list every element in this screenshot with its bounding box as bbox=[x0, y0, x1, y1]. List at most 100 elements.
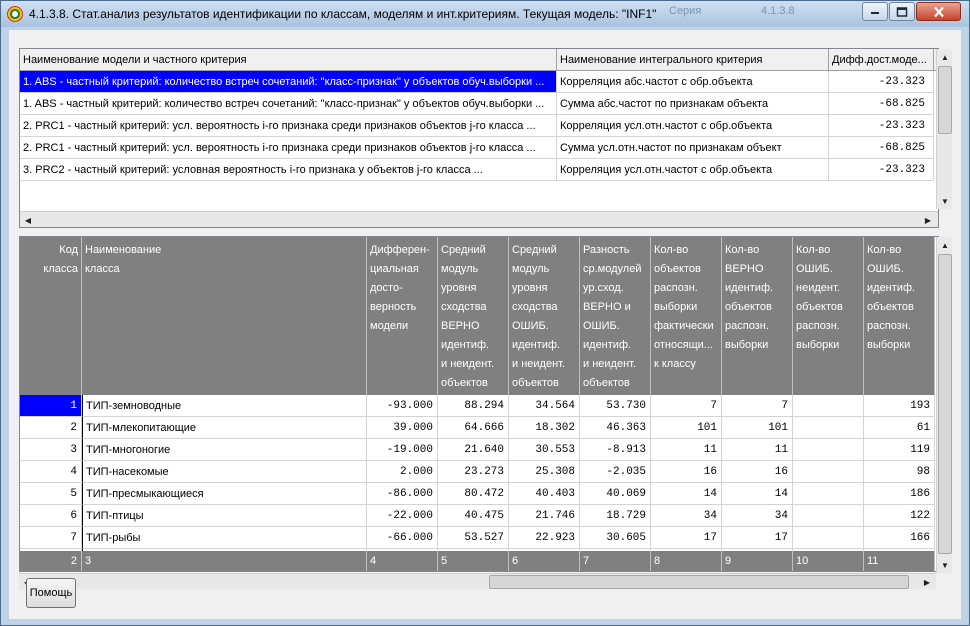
criterion-cell: Сумма усл.отн.частот по признакам объект bbox=[557, 137, 829, 159]
help-button[interactable]: Помощь bbox=[26, 578, 76, 608]
maximize-icon bbox=[896, 6, 908, 17]
model-cell: 3. PRC2 - частный критерий: условная вер… bbox=[20, 159, 557, 181]
column-header-diff[interactable]: Дифферен- циальная досто- верность модел… bbox=[367, 237, 438, 395]
column-header-delta[interactable]: Разность ср.модулей ур.сход. ВЕРНО и ОШИ… bbox=[580, 237, 651, 395]
avg-err-cell: 21.746 bbox=[509, 505, 580, 527]
column-header-name[interactable]: Наименование класса bbox=[82, 237, 367, 395]
footer-cell: 3 bbox=[82, 551, 367, 571]
actual-cell: 7 bbox=[651, 395, 722, 417]
column-header-err-nonid[interactable]: Кол-во ОШИБ. неидент. объектов распозн. … bbox=[793, 237, 864, 395]
true-id-cell: 101 bbox=[722, 417, 793, 439]
footer-cell: 8 bbox=[651, 551, 722, 571]
err-id-cell: 61 bbox=[864, 417, 935, 439]
delta-cell: 53.730 bbox=[580, 395, 651, 417]
column-header-code[interactable]: Код класса bbox=[20, 237, 82, 395]
avg-err-cell: 18.302 bbox=[509, 417, 580, 439]
err-nonid-cell bbox=[793, 527, 864, 549]
actual-cell: 34 bbox=[651, 505, 722, 527]
actual-cell: 14 bbox=[651, 483, 722, 505]
column-header-diff[interactable]: Дифф.дост.моде... bbox=[829, 49, 934, 71]
diff-cell: 39.000 bbox=[367, 417, 438, 439]
close-button[interactable] bbox=[916, 2, 961, 21]
avg-true-cell: 64.666 bbox=[438, 417, 509, 439]
models-vscrollbar[interactable]: ▲ ▼ bbox=[936, 49, 952, 209]
column-header-model[interactable]: Наименование модели и частного критерия bbox=[20, 49, 557, 71]
classes-hscrollbar[interactable]: ◀ ▶ bbox=[19, 573, 936, 589]
err-nonid-cell bbox=[793, 439, 864, 461]
actual-cell: 11 bbox=[651, 439, 722, 461]
name-cell: ТИП-насекомые bbox=[82, 461, 367, 483]
diff-cell: -86.000 bbox=[367, 483, 438, 505]
scroll-right-icon[interactable]: ▶ bbox=[919, 574, 935, 590]
avg-err-cell: 30.553 bbox=[509, 439, 580, 461]
column-header-avg-err[interactable]: Средний модуль уровня сходства ОШИБ. иде… bbox=[509, 237, 580, 395]
classes-grid[interactable]: Код класса Наименование класса Дифферен-… bbox=[19, 236, 939, 572]
scroll-left-icon[interactable]: ◀ bbox=[20, 212, 36, 227]
delta-cell: 46.363 bbox=[580, 417, 651, 439]
delta-cell: 40.069 bbox=[580, 483, 651, 505]
scroll-down-icon[interactable]: ▼ bbox=[937, 193, 953, 209]
avg-err-cell: 40.403 bbox=[509, 483, 580, 505]
classes-row[interactable]: 5 ТИП-пресмыкающиеся -86.000 80.472 40.403 40… bbox=[20, 483, 935, 505]
models-hscrollbar[interactable]: ◀ ▶ bbox=[20, 211, 938, 227]
column-header-true-id[interactable]: Кол-во ВЕРНО идентиф. объектов распозн. … bbox=[722, 237, 793, 395]
code-cell: 7 bbox=[20, 527, 82, 549]
minimize-icon bbox=[871, 11, 879, 14]
column-header-criterion[interactable]: Наименование интегрального критерия bbox=[557, 49, 829, 71]
err-nonid-cell bbox=[793, 417, 864, 439]
classes-row[interactable]: 4 ТИП-насекомые 2.000 23.273 25.308 -2.035 16 1… bbox=[20, 461, 935, 483]
minimize-button[interactable] bbox=[862, 2, 888, 21]
true-id-cell: 16 bbox=[722, 461, 793, 483]
classes-row[interactable]: 3 ТИП-многоногие -19.000 21.640 30.553 -8.913… bbox=[20, 439, 935, 461]
title-bar[interactable]: 4.1.3.8. Стат.анализ результатов идентиф… bbox=[1, 1, 969, 27]
classes-row[interactable]: 7 ТИП-рыбы -66.000 53.527 22.923 30.605 17 17 16… bbox=[20, 527, 935, 549]
avg-true-cell: 40.475 bbox=[438, 505, 509, 527]
avg-true-cell: 21.640 bbox=[438, 439, 509, 461]
column-header-avg-true[interactable]: Средний модуль уровня сходства ВЕРНО иде… bbox=[438, 237, 509, 395]
scroll-up-icon[interactable]: ▲ bbox=[937, 237, 953, 253]
scroll-up-icon[interactable]: ▲ bbox=[937, 49, 953, 65]
actual-cell: 101 bbox=[651, 417, 722, 439]
classes-row[interactable]: 1 ТИП-земноводные -93.000 88.294 34.564 53.73… bbox=[20, 395, 935, 417]
avg-true-cell: 23.273 bbox=[438, 461, 509, 483]
classes-vscrollbar[interactable]: ▲ ▼ bbox=[936, 237, 952, 573]
model-cell: 2. PRC1 - частный критерий: усл. вероятн… bbox=[20, 137, 557, 159]
err-id-cell: 98 bbox=[864, 461, 935, 483]
diff-cell: -23.323 bbox=[829, 115, 934, 137]
name-cell: ТИП-многоногие bbox=[82, 439, 367, 461]
delta-cell: 18.729 bbox=[580, 505, 651, 527]
diff-cell: -66.000 bbox=[367, 527, 438, 549]
footer-cell: 4 bbox=[367, 551, 438, 571]
close-icon bbox=[933, 6, 944, 17]
models-grid-header: Наименование модели и частного критерия … bbox=[20, 49, 938, 71]
err-nonid-cell bbox=[793, 461, 864, 483]
maximize-button[interactable] bbox=[889, 2, 915, 21]
delta-cell: 30.605 bbox=[580, 527, 651, 549]
window-title: 4.1.3.8. Стат.анализ результатов идентиф… bbox=[29, 7, 657, 21]
err-nonid-cell bbox=[793, 483, 864, 505]
column-header-err-id[interactable]: Кол-во ОШИБ. идентиф. объектов распозн. … bbox=[864, 237, 935, 395]
classes-row[interactable]: 6 ТИП-птицы -22.000 40.475 21.746 18.729 34 34 1… bbox=[20, 505, 935, 527]
footer-cell: 2 bbox=[20, 551, 82, 571]
diff-cell: -23.323 bbox=[829, 71, 934, 93]
err-id-cell: 122 bbox=[864, 505, 935, 527]
app-icon bbox=[7, 6, 23, 22]
scroll-right-icon[interactable]: ▶ bbox=[920, 212, 936, 227]
classes-vscroll-thumb[interactable] bbox=[938, 254, 952, 554]
name-cell: ТИП-земноводные bbox=[82, 395, 367, 417]
scroll-down-icon[interactable]: ▼ bbox=[937, 557, 953, 573]
model-cell: 1. ABS - частный критерий: количество вс… bbox=[20, 93, 557, 115]
avg-err-cell: 25.308 bbox=[509, 461, 580, 483]
models-grid[interactable]: Наименование модели и частного критерия … bbox=[19, 48, 939, 228]
footer-cell: 10 bbox=[793, 551, 864, 571]
diff-cell: -19.000 bbox=[367, 439, 438, 461]
column-header-actual[interactable]: Кол-во объектов распозн. выборки фактиче… bbox=[651, 237, 722, 395]
criterion-cell: Корреляция усл.отн.частот с обр.объекта bbox=[557, 159, 829, 181]
classes-row[interactable]: 2 ТИП-млекопитающие 39.000 64.666 18.302 46.3… bbox=[20, 417, 935, 439]
err-nonid-cell bbox=[793, 395, 864, 417]
classes-hscroll-thumb[interactable] bbox=[489, 575, 909, 589]
name-cell: ТИП-млекопитающие bbox=[82, 417, 367, 439]
footer-cell: 6 bbox=[509, 551, 580, 571]
models-vscroll-thumb[interactable] bbox=[938, 66, 952, 134]
footer-cell: 11 bbox=[864, 551, 935, 571]
